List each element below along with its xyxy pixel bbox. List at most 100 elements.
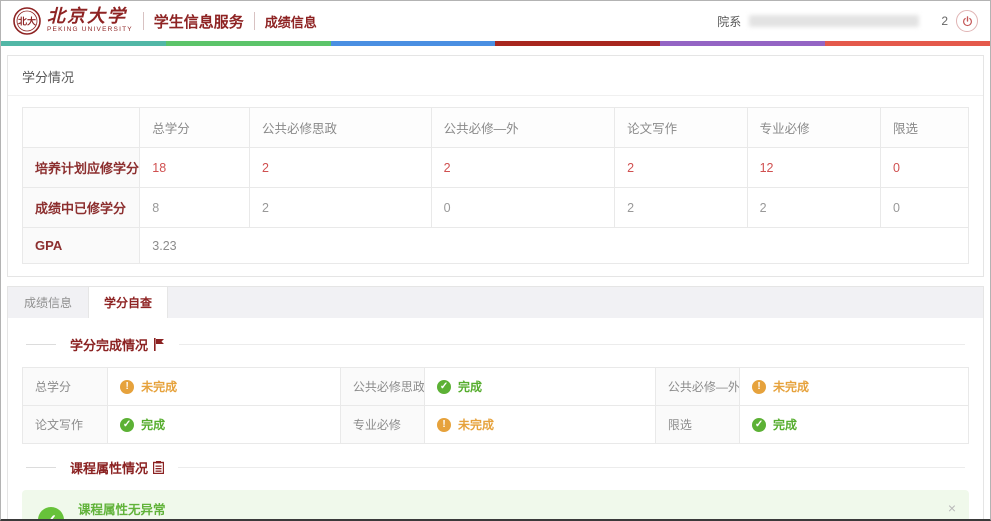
success-alert: ✓ 课程属性无异常 课程学分和课程类别不存在与个人培养计划不一致的情况。 ×	[22, 490, 969, 521]
svg-text:北大: 北大	[18, 16, 36, 27]
university-name-cn: 北京大学	[47, 8, 133, 26]
cell-value: 8	[140, 188, 250, 228]
decor-line	[179, 344, 965, 345]
decor-line	[178, 467, 965, 468]
column-header: 公共必修—外	[431, 108, 615, 148]
column-header: 论文写作	[615, 108, 747, 148]
pku-seal-logo: 北大	[13, 7, 41, 35]
power-icon	[962, 16, 973, 27]
university-logotype: 北京大学 PEKING UNIVERSITY	[47, 8, 133, 34]
university-name-en: PEKING UNIVERSITY	[47, 27, 133, 34]
tab-grade-info[interactable]: 成绩信息	[8, 287, 88, 318]
check-circle-icon: ✓	[437, 380, 451, 394]
self-check-card: 成绩信息 学分自查 学分完成情况	[7, 286, 984, 521]
cell-value: 18	[140, 148, 250, 188]
ribbon-segment	[1, 41, 166, 46]
ribbon-segment	[166, 41, 331, 46]
completion-row: 论文写作 ✓ 完成 专业必修 ! 未完成 限选	[23, 406, 969, 444]
column-header: 公共必修思政	[250, 108, 432, 148]
alert-title: 课程属性无异常	[78, 499, 390, 518]
cell-value: 2	[250, 188, 432, 228]
warning-icon: !	[120, 380, 134, 394]
gpa-value: 3.23	[140, 228, 969, 264]
status-text: 未完成	[458, 416, 494, 433]
status-text: 完成	[773, 416, 797, 433]
portal-title: 学生信息服务	[154, 11, 244, 32]
table-row-required-credits: 培养计划应修学分 18 2 2 2 12 0	[23, 148, 969, 188]
session-count: 2	[941, 14, 948, 28]
credit-summary-card: 学分情况 总学分 公共必修思政 公共必修—外 论文写作 专业必修 限选 培养计划…	[7, 55, 984, 277]
clipboard-icon	[153, 461, 164, 474]
row-label: 成绩中已修学分	[23, 188, 140, 228]
cell-value: 0	[880, 188, 968, 228]
status-text: 完成	[458, 378, 482, 395]
logout-button[interactable]	[956, 10, 978, 32]
table-row-earned-credits: 成绩中已修学分 8 2 0 2 2 0	[23, 188, 969, 228]
completion-label: 限选	[655, 406, 739, 444]
cell-value: 12	[747, 148, 880, 188]
top-header: 北大 北京大学 PEKING UNIVERSITY 学生信息服务 成绩信息 院系…	[1, 1, 990, 41]
credit-table-header-row: 总学分 公共必修思政 公共必修—外 论文写作 专业必修 限选	[23, 108, 969, 148]
header-divider	[143, 12, 144, 30]
warning-icon: !	[752, 380, 766, 394]
cell-value: 2	[250, 148, 432, 188]
completion-status-cell: ✓ 完成	[740, 406, 969, 444]
ribbon-segment	[331, 41, 496, 46]
column-header	[23, 108, 140, 148]
header-divider	[254, 12, 255, 30]
completion-label: 论文写作	[23, 406, 108, 444]
row-label: 培养计划应修学分	[23, 148, 140, 188]
redacted-text	[749, 15, 919, 27]
cell-value: 2	[615, 148, 747, 188]
warning-icon: !	[437, 418, 451, 432]
flag-icon	[153, 338, 165, 351]
close-icon[interactable]: ×	[948, 501, 956, 515]
completion-status-cell: ✓ 完成	[108, 406, 341, 444]
completion-grid: 总学分 ! 未完成 公共必修思政 ✓ 完成 公共必修—外	[22, 367, 969, 444]
status-text: 未完成	[773, 378, 809, 395]
status-text: 完成	[141, 416, 165, 433]
credit-table: 总学分 公共必修思政 公共必修—外 论文写作 专业必修 限选 培养计划应修学分 …	[22, 107, 969, 264]
section-title: 学分完成情况	[70, 335, 148, 354]
cell-value: 2	[431, 148, 615, 188]
completion-status-cell: ✓ 完成	[425, 368, 656, 406]
ribbon-segment	[825, 41, 990, 46]
section-title: 课程属性情况	[70, 458, 148, 477]
status-text: 未完成	[141, 378, 177, 395]
completion-label: 专业必修	[340, 406, 424, 444]
self-check-content: 学分完成情况 总学分 !	[8, 318, 983, 521]
decor-line	[26, 467, 56, 468]
table-row-gpa: GPA 3.23	[23, 228, 969, 264]
check-circle-icon: ✓	[120, 418, 134, 432]
cell-value: 2	[615, 188, 747, 228]
tab-credit-self-check[interactable]: 学分自查	[88, 287, 168, 318]
cell-value: 2	[747, 188, 880, 228]
completion-status-cell: ! 未完成	[740, 368, 969, 406]
check-circle-icon: ✓	[752, 418, 766, 432]
column-header: 总学分	[140, 108, 250, 148]
credit-card-title: 学分情况	[8, 56, 983, 96]
row-label: GPA	[23, 228, 140, 264]
color-ribbon	[1, 41, 990, 46]
page-title: 成绩信息	[265, 12, 317, 31]
completion-label: 总学分	[23, 368, 108, 406]
ribbon-segment	[660, 41, 825, 46]
ribbon-segment	[495, 41, 660, 46]
column-header: 专业必修	[747, 108, 880, 148]
section-header-completion: 学分完成情况	[26, 335, 965, 354]
decor-line	[26, 344, 56, 345]
app-window: 北大 北京大学 PEKING UNIVERSITY 学生信息服务 成绩信息 院系…	[0, 0, 991, 521]
section-header-attributes: 课程属性情况	[26, 458, 965, 477]
cell-value: 0	[880, 148, 968, 188]
completion-row: 总学分 ! 未完成 公共必修思政 ✓ 完成 公共必修—外	[23, 368, 969, 406]
column-header: 限选	[880, 108, 968, 148]
tab-strip: 成绩信息 学分自查	[8, 287, 983, 318]
success-check-icon: ✓	[38, 507, 64, 521]
completion-label: 公共必修—外	[655, 368, 739, 406]
cell-value: 0	[431, 188, 615, 228]
department-label: 院系	[717, 13, 741, 30]
completion-label: 公共必修思政	[340, 368, 424, 406]
completion-status-cell: ! 未完成	[108, 368, 341, 406]
completion-status-cell: ! 未完成	[425, 406, 656, 444]
header-right-area: 院系 2	[717, 10, 978, 32]
